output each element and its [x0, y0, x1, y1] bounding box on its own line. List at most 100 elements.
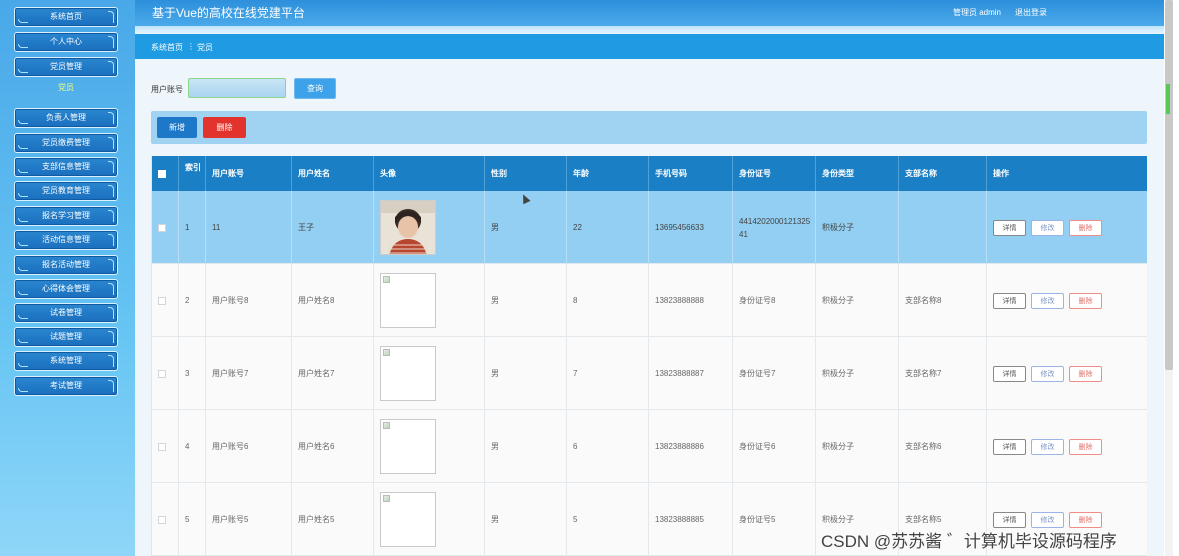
row-select-cell[interactable] — [152, 191, 179, 264]
delete-button[interactable]: 删除 — [1069, 511, 1102, 528]
col-age: 年龄 — [567, 156, 649, 191]
sidebar-item-label: 试卷管理 — [50, 308, 82, 317]
cell-account: 11 — [206, 191, 292, 264]
cell-gender: 男 — [485, 483, 567, 556]
row-select-cell[interactable] — [152, 337, 179, 410]
edit-button[interactable]: 修改 — [1031, 292, 1064, 309]
sidebar-item-study-signup[interactable]: 报名学习管理 — [14, 206, 118, 226]
ornament-icon — [108, 380, 114, 392]
detail-button[interactable]: 详情 — [993, 219, 1026, 236]
cell-name: 用户姓名6 — [292, 410, 374, 483]
watermark: CSDN @苏苏酱 ゛计算机毕设源码程序 — [821, 532, 1117, 551]
scrollbar-thumb[interactable] — [1165, 0, 1173, 370]
row-checkbox[interactable] — [158, 296, 166, 305]
header-select-all[interactable] — [152, 156, 179, 191]
sidebar-item-question-management[interactable]: 试题管理 — [14, 327, 118, 347]
ornament-icon — [18, 120, 28, 124]
table-row[interactable]: 1 11 王子 男 22 13695456633 441420200012132… — [152, 191, 1147, 264]
cell-age: 7 — [567, 337, 649, 410]
cell-age: 5 — [567, 483, 649, 556]
sidebar-item-label: 试题管理 — [50, 332, 82, 341]
cell-index: 1 — [179, 191, 206, 264]
ornament-icon — [108, 11, 114, 23]
sidebar-item-leader-management[interactable]: 负责人管理 — [14, 108, 118, 128]
delete-button[interactable]: 删除 — [1069, 365, 1102, 382]
sidebar-item-label: 心得体会管理 — [42, 284, 90, 293]
sidebar-item-education-management[interactable]: 党员教育管理 — [14, 181, 118, 201]
ornament-icon — [18, 19, 28, 23]
ornament-icon — [108, 137, 114, 149]
action-bar — [151, 111, 1147, 144]
detail-button[interactable]: 详情 — [993, 511, 1026, 528]
delete-button[interactable]: 删除 — [1069, 219, 1102, 236]
add-button[interactable]: 新增 — [157, 117, 197, 138]
cell-id-card: 身份证号5 — [733, 483, 816, 556]
row-checkbox[interactable] — [158, 442, 166, 451]
row-select-cell[interactable] — [152, 410, 179, 483]
col-actions: 操作 — [987, 156, 1147, 191]
cell-age: 8 — [567, 264, 649, 337]
sidebar-item-activity-info[interactable]: 活动信息管理 — [14, 230, 118, 250]
sidebar-item-paper-management[interactable]: 试卷管理 — [14, 303, 118, 323]
sidebar-item-exam-management[interactable]: 考试管理 — [14, 376, 118, 396]
sidebar-subitem-members[interactable]: 党员 — [14, 81, 118, 95]
cell-avatar — [374, 264, 485, 337]
detail-button[interactable]: 详情 — [993, 438, 1026, 455]
sidebar-item-member-management[interactable]: 党员管理 — [14, 57, 118, 77]
sidebar-item-profile[interactable]: 个人中心 — [14, 32, 118, 52]
table-row[interactable]: 2 用户账号8 用户姓名8 男 8 13823888888 身份证号8 积极分子… — [152, 264, 1147, 337]
row-checkbox[interactable] — [158, 515, 166, 524]
row-checkbox[interactable] — [158, 369, 166, 378]
sidebar-item-branch-management[interactable]: 支部信息管理 — [14, 157, 118, 177]
edit-button[interactable]: 修改 — [1031, 511, 1064, 528]
cell-name: 用户姓名5 — [292, 483, 374, 556]
detail-button[interactable]: 详情 — [993, 365, 1026, 382]
header-divider — [135, 26, 1164, 34]
row-checkbox[interactable] — [158, 223, 166, 232]
breadcrumb-home[interactable]: 系统首页 — [151, 42, 183, 53]
detail-button[interactable]: 详情 — [993, 292, 1026, 309]
ornament-icon — [18, 69, 28, 73]
sidebar-item-system-management[interactable]: 系统管理 — [14, 351, 118, 371]
row-select-cell[interactable] — [152, 483, 179, 556]
cell-index: 4 — [179, 410, 206, 483]
ornament-icon — [18, 339, 28, 343]
avatar-photo-icon — [381, 201, 435, 254]
sidebar-item-activity-signup[interactable]: 报名活动管理 — [14, 255, 118, 275]
breadcrumb: 系统首页 ⋮ 党员 — [135, 34, 1164, 59]
top-header: 基于Vue的高校在线党建平台 管理员 admin 退出登录 — [135, 0, 1164, 26]
sidebar-item-label: 个人中心 — [50, 37, 82, 46]
row-select-cell[interactable] — [152, 264, 179, 337]
table-row[interactable]: 4 用户账号6 用户姓名6 男 6 13823888886 身份证号6 积极分子… — [152, 410, 1147, 483]
delete-button[interactable]: 删除 — [1069, 438, 1102, 455]
app-title: 基于Vue的高校在线党建平台 — [152, 6, 305, 20]
ornament-icon — [108, 61, 114, 73]
sidebar-item-label: 报名学习管理 — [42, 211, 90, 220]
table-row[interactable]: 3 用户账号7 用户姓名7 男 7 13823888887 身份证号7 积极分子… — [152, 337, 1147, 410]
table-header: 索引 用户账号 用户姓名 头像 性别 年龄 手机号码 身份证号 身份类型 支部名… — [152, 156, 1147, 191]
query-button[interactable]: 查询 — [294, 78, 336, 99]
ornament-icon — [18, 242, 28, 246]
sidebar-item-home[interactable]: 系统首页 — [14, 7, 118, 27]
account-search-input[interactable] — [188, 78, 286, 98]
sidebar-item-experience[interactable]: 心得体会管理 — [14, 279, 118, 299]
col-type: 身份类型 — [816, 156, 899, 191]
cell-actions: 详情 修改 删除 — [987, 337, 1147, 410]
batch-delete-button[interactable]: 删除 — [203, 117, 246, 138]
ornament-icon — [18, 169, 28, 173]
sidebar-item-fee-management[interactable]: 党员缴费管理 — [14, 133, 118, 153]
ornament-icon — [108, 259, 114, 271]
ornament-icon — [108, 185, 114, 197]
avatar — [380, 492, 436, 547]
edit-button[interactable]: 修改 — [1031, 365, 1064, 382]
broken-image-icon — [383, 276, 390, 283]
cell-id-card: 身份证号7 — [733, 337, 816, 410]
edit-button[interactable]: 修改 — [1031, 438, 1064, 455]
cell-account: 用户账号8 — [206, 264, 292, 337]
select-all-checkbox[interactable] — [158, 169, 166, 178]
edit-button[interactable]: 修改 — [1031, 219, 1064, 236]
logout-link[interactable]: 退出登录 — [1015, 7, 1047, 18]
delete-button[interactable]: 删除 — [1069, 292, 1102, 309]
search-label: 用户账号 — [151, 85, 183, 94]
ornament-icon — [108, 112, 114, 124]
